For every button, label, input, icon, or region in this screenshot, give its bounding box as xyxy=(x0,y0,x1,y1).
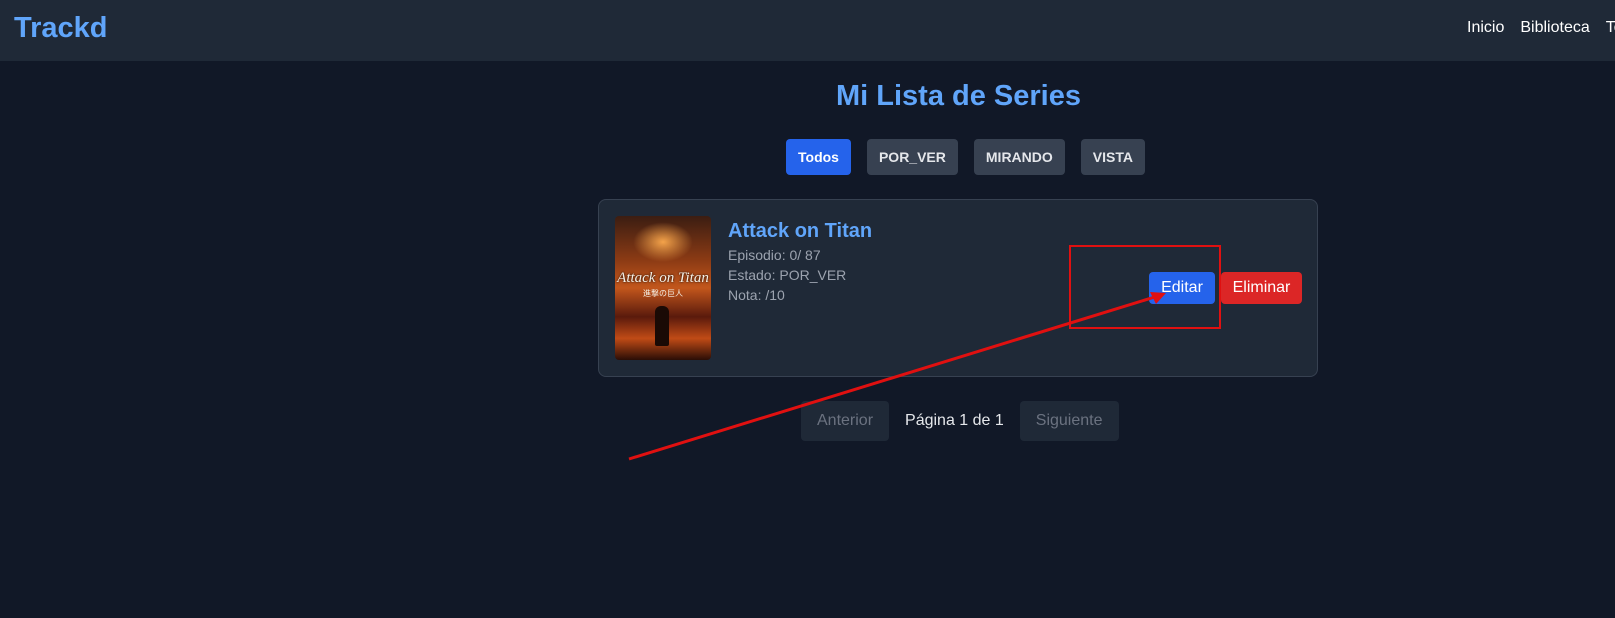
annotation-arrow xyxy=(628,292,1166,461)
